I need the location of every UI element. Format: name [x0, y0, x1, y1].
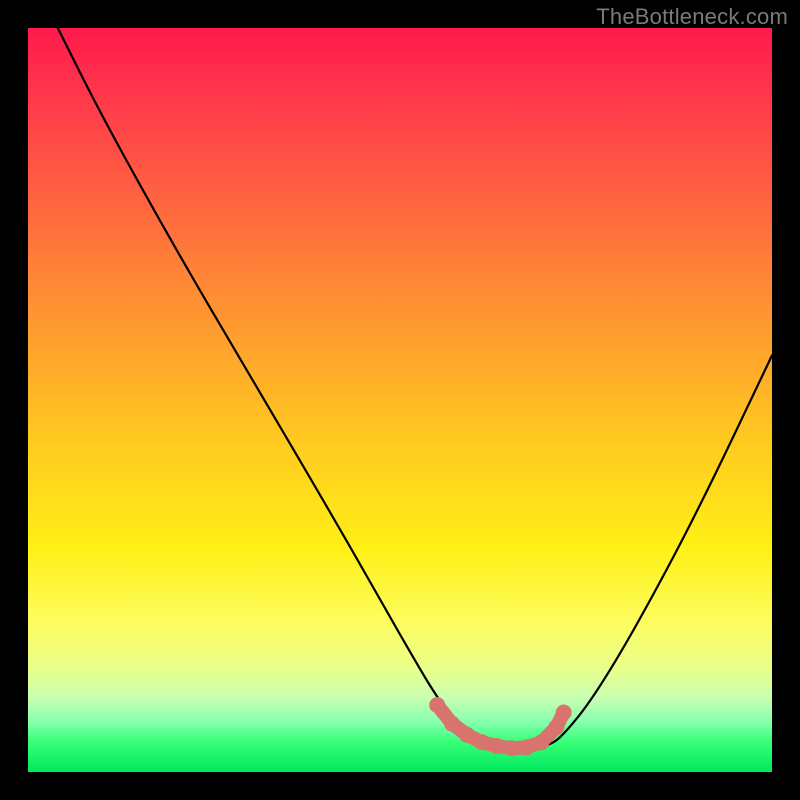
highlight-dot — [519, 739, 535, 755]
highlight-dot — [444, 716, 460, 732]
bottleneck-curve — [58, 28, 772, 748]
chart-frame: TheBottleneck.com — [0, 0, 800, 800]
chart-svg — [28, 28, 772, 772]
highlight-dots — [429, 697, 572, 756]
highlight-dot — [489, 738, 505, 754]
highlight-dot — [556, 705, 572, 721]
highlight-dot — [474, 734, 490, 750]
highlight-dot — [533, 734, 549, 750]
highlight-dot — [548, 719, 564, 735]
highlight-dot — [429, 697, 445, 713]
highlight-dot — [459, 727, 475, 743]
plot-area — [28, 28, 772, 772]
watermark-text: TheBottleneck.com — [596, 4, 788, 30]
highlight-dot — [504, 740, 520, 756]
